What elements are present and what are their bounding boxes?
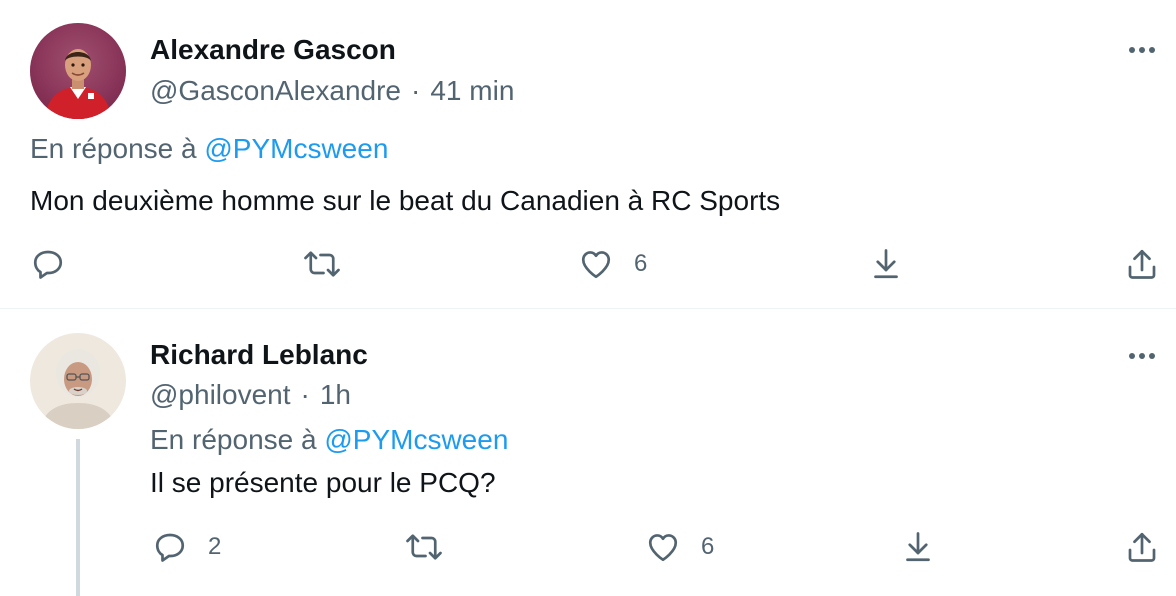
like-icon — [578, 246, 614, 282]
like-button[interactable]: 6 — [578, 244, 647, 284]
reply-prefix: En réponse à — [30, 133, 197, 164]
tweet-time[interactable]: 1h — [320, 379, 351, 410]
avatar[interactable] — [30, 23, 126, 119]
retweet-icon — [404, 529, 444, 565]
retweet-icon — [302, 246, 342, 282]
reply-icon — [30, 246, 66, 282]
reply-prefix: En réponse à — [150, 424, 317, 455]
more-icon[interactable] — [1126, 344, 1162, 368]
author-handle[interactable]: @GasconAlexandre — [150, 75, 401, 106]
reply-context: En réponse à @PYMcsween — [150, 424, 508, 456]
bookmark-icon — [868, 246, 904, 282]
share-icon — [1124, 529, 1160, 565]
bookmark-button[interactable] — [868, 244, 904, 284]
meta-separator: · — [411, 75, 421, 106]
bookmark-icon — [900, 529, 936, 565]
bookmark-button[interactable] — [900, 527, 936, 567]
like-icon — [645, 529, 681, 565]
author-name[interactable]: Richard Leblanc — [150, 339, 368, 371]
share-button[interactable] — [1124, 527, 1160, 567]
tweet-time[interactable]: 41 min — [430, 75, 514, 106]
tweet-text: Il se présente pour le PCQ? — [150, 467, 496, 498]
reply-button[interactable] — [30, 244, 86, 284]
avatar[interactable] — [30, 333, 126, 429]
retweet-button[interactable] — [404, 527, 464, 567]
tweet-meta: @philovent · 1h — [150, 379, 351, 411]
retweet-button[interactable] — [302, 244, 362, 284]
more-icon[interactable] — [1126, 38, 1162, 62]
reply-icon — [152, 529, 188, 565]
reply-count: 2 — [208, 533, 222, 560]
meta-separator: · — [300, 379, 310, 410]
tweet-meta: @GasconAlexandre · 41 min — [150, 75, 514, 107]
reply-context: En réponse à @PYMcsween — [30, 133, 388, 165]
share-button[interactable] — [1124, 244, 1160, 284]
reply-handle-link[interactable]: @PYMcsween — [204, 133, 388, 164]
reply-handle-link[interactable]: @PYMcsween — [324, 424, 508, 455]
like-count: 6 — [634, 250, 648, 277]
author-handle[interactable]: @philovent — [150, 379, 291, 410]
tweet[interactable]: Alexandre Gascon @GasconAlexandre · 41 min… — [0, 0, 1176, 309]
like-button[interactable]: 6 — [645, 527, 714, 567]
reply-button[interactable]: 2 — [152, 527, 221, 567]
thread-connector-line — [76, 439, 80, 596]
author-name[interactable]: Alexandre Gascon — [150, 34, 396, 66]
share-icon — [1124, 246, 1160, 282]
like-count: 6 — [701, 533, 715, 560]
tweet[interactable]: Richard Leblanc @philovent · 1h En réponse… — [0, 309, 1176, 596]
tweet-text: Mon deuxième homme sur le beat du Canadi… — [30, 185, 781, 216]
